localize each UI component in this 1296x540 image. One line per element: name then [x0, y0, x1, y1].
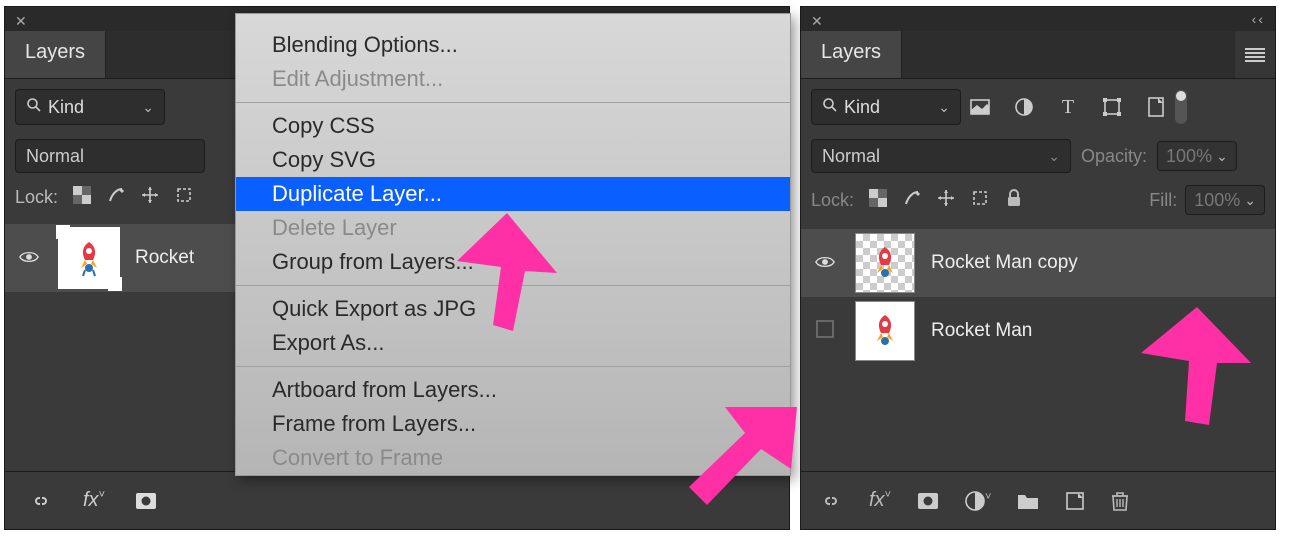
- layer-name: Rocket Man copy: [931, 252, 1078, 274]
- lock-artboard-icon[interactable]: [174, 185, 194, 210]
- kind-label: Kind: [48, 97, 84, 118]
- visibility-toggle[interactable]: [15, 248, 43, 269]
- filter-row: Kind ⌄ T: [801, 79, 1275, 135]
- kind-select[interactable]: Kind ⌄: [15, 89, 165, 125]
- adjustment-layer-icon[interactable]: ˅: [965, 491, 991, 511]
- opacity-value: 100%: [1166, 146, 1212, 167]
- panel-bottom-toolbar: fx˅: [5, 471, 789, 529]
- menu-blending-options[interactable]: Blending Options...: [236, 28, 790, 62]
- layer-thumbnail[interactable]: [855, 301, 915, 361]
- close-icon[interactable]: [811, 12, 825, 26]
- link-layers-icon[interactable]: [819, 493, 843, 509]
- layer-thumbnail[interactable]: [59, 228, 119, 288]
- layer-name: Rocket Man: [931, 320, 1032, 342]
- new-group-icon[interactable]: [1017, 492, 1039, 510]
- filter-type-icon[interactable]: T: [1057, 96, 1079, 119]
- filter-icons: T: [969, 96, 1167, 119]
- chevron-down-icon: ⌄: [1216, 148, 1228, 165]
- search-icon: [822, 97, 838, 118]
- blend-mode-select[interactable]: Normal: [15, 139, 205, 173]
- tab-row: Layers: [801, 31, 1275, 79]
- lock-row: Lock: Fill: 100% ⌄: [801, 177, 1275, 223]
- annotation-arrow: [457, 213, 557, 333]
- blend-row: Normal ⌄ Opacity: 100% ⌄: [801, 135, 1275, 177]
- filter-toggle[interactable]: [1175, 90, 1187, 124]
- visibility-toggle[interactable]: [811, 318, 839, 345]
- opacity-input[interactable]: 100% ⌄: [1157, 141, 1237, 171]
- lock-artboard-icon[interactable]: [970, 188, 990, 213]
- blend-mode-select[interactable]: Normal ⌄: [811, 139, 1071, 173]
- menu-edit-adjustment: Edit Adjustment...: [236, 62, 790, 96]
- layer-name: Rocket: [135, 247, 194, 269]
- tab-layers[interactable]: Layers: [801, 31, 902, 78]
- chevron-down-icon: ⌄: [142, 99, 154, 116]
- link-layers-icon[interactable]: [29, 493, 53, 509]
- delete-layer-icon[interactable]: [1111, 491, 1129, 511]
- filter-shape-icon[interactable]: [1101, 97, 1123, 117]
- collapse-icon[interactable]: ‹‹: [1252, 11, 1265, 27]
- lock-all-icon[interactable]: [1004, 189, 1024, 212]
- blend-mode-value: Normal: [26, 146, 84, 167]
- chevron-down-icon: ⌄: [1048, 148, 1060, 165]
- lock-position-icon[interactable]: [140, 186, 160, 209]
- lock-position-icon[interactable]: [936, 189, 956, 212]
- panel-menu-icon[interactable]: [1235, 31, 1275, 78]
- annotation-arrow: [687, 407, 797, 507]
- lock-label: Lock:: [15, 187, 58, 208]
- blend-mode-value: Normal: [822, 146, 880, 167]
- new-layer-icon[interactable]: [1065, 491, 1085, 511]
- kind-label: Kind: [844, 97, 880, 118]
- menu-duplicate-layer[interactable]: Duplicate Layer...: [236, 177, 790, 211]
- panel-bottom-toolbar: fx˅ ˅: [801, 471, 1275, 529]
- chevron-down-icon: ⌄: [938, 99, 950, 116]
- opacity-label: Opacity:: [1081, 146, 1147, 167]
- kind-select[interactable]: Kind ⌄: [811, 89, 961, 125]
- menu-artboard-from-layers[interactable]: Artboard from Layers...: [236, 373, 790, 407]
- visibility-toggle[interactable]: [811, 253, 839, 274]
- filter-pixel-icon[interactable]: [969, 99, 991, 115]
- layers-panel-left: ‹‹ Layers Kind ⌄ Normal Lock:: [4, 6, 790, 530]
- layers-panel-right: ‹‹ Layers Kind ⌄ T: [800, 6, 1276, 530]
- chevron-down-icon: ⌄: [1244, 192, 1256, 209]
- annotation-arrow: [1141, 307, 1251, 427]
- lock-pixels-icon[interactable]: [106, 186, 126, 209]
- fill-input[interactable]: 100% ⌄: [1185, 185, 1265, 215]
- fill-value: 100%: [1194, 190, 1240, 211]
- filter-smartobject-icon[interactable]: [1145, 97, 1167, 117]
- filter-adjustment-icon[interactable]: [1013, 98, 1035, 116]
- mask-icon[interactable]: [135, 492, 157, 510]
- mask-icon[interactable]: [917, 492, 939, 510]
- search-icon: [26, 97, 42, 118]
- menu-copy-css[interactable]: Copy CSS: [236, 109, 790, 143]
- lock-transparency-icon[interactable]: [868, 189, 888, 212]
- fx-icon[interactable]: fx˅: [869, 489, 891, 512]
- panel-topbar: ‹‹: [801, 7, 1275, 31]
- fill-label: Fill:: [1149, 190, 1177, 211]
- lock-label: Lock:: [811, 190, 854, 211]
- lock-transparency-icon[interactable]: [72, 186, 92, 209]
- menu-copy-svg[interactable]: Copy SVG: [236, 143, 790, 177]
- layer-thumbnail[interactable]: [855, 233, 915, 293]
- fx-icon[interactable]: fx˅: [83, 489, 105, 512]
- tab-layers[interactable]: Layers: [5, 31, 106, 78]
- layer-row[interactable]: Rocket Man copy: [801, 229, 1275, 297]
- close-icon[interactable]: [15, 12, 29, 26]
- lock-pixels-icon[interactable]: [902, 189, 922, 212]
